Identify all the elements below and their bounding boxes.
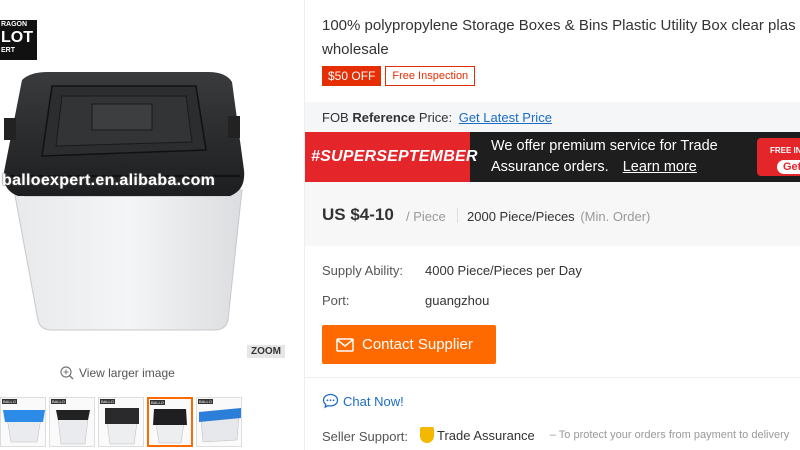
banner-line-1: We offer premium service for Trade: [491, 138, 718, 154]
thumbnail-1[interactable]: BALLO: [0, 397, 46, 447]
discount-badge: $50 OFF: [322, 66, 382, 86]
promo-text: FREE IN: [770, 146, 800, 155]
port-value: guangzhou: [425, 293, 490, 308]
view-larger-label: View larger image: [79, 366, 175, 380]
product-gallery: RAGON LOT ERT balloexpert.en.alibaba.com…: [0, 0, 305, 450]
get-latest-price-link[interactable]: Get Latest Price: [459, 110, 552, 125]
thumbnail-tag: BALLO: [51, 399, 66, 404]
banner-tag: #SUPERSEPTEMBER: [305, 132, 477, 182]
supply-ability-value: 4000 Piece/Pieces per Day: [425, 263, 582, 278]
thumbnail-5[interactable]: BALLO: [196, 397, 242, 447]
trade-assurance-shield-icon: [420, 427, 434, 443]
min-order-quantity: 2000 Piece/Pieces: [467, 209, 575, 224]
product-title-line-2: wholesale: [322, 41, 389, 58]
trade-assurance-label: Trade Assurance: [437, 427, 535, 443]
price-range: US $4-10: [322, 205, 394, 224]
logo-line-3: ERT: [1, 47, 15, 54]
min-order-note: (Min. Order): [580, 209, 651, 224]
main-product-image[interactable]: RAGON LOT ERT balloexpert.en.alibaba.com: [0, 0, 295, 365]
envelope-icon: [336, 337, 354, 352]
thumbnail-4-selected[interactable]: BALLO: [147, 397, 193, 447]
trade-assurance-note: – To protect your orders from payment to…: [549, 429, 790, 441]
section-divider: [305, 377, 800, 378]
contact-supplier-button[interactable]: Contact Supplier: [322, 325, 496, 364]
fob-price-row: FOB Reference Price: Get Latest Price: [305, 102, 800, 132]
min-order: 2000 Piece/Pieces (Min. Order): [467, 209, 650, 224]
price-divider: [457, 208, 458, 223]
thumbnail-3[interactable]: BALLO: [98, 397, 144, 447]
learn-more-link[interactable]: Learn more: [623, 159, 697, 175]
supply-ability-label: Supply Ability:: [322, 263, 403, 278]
promo-get-button[interactable]: Get: [777, 160, 800, 174]
thumbnail-tag: BALLO: [100, 399, 115, 404]
product-details: 100% polypropylene Storage Boxes & Bins …: [305, 0, 800, 450]
black-lid-box-image: [105, 408, 139, 445]
free-inspection-badge: Free Inspection: [385, 66, 476, 86]
seller-support-label: Seller Support:: [322, 429, 408, 444]
logo-line-2: LOT: [1, 29, 33, 46]
thumbnail-2[interactable]: BALLO: [49, 397, 95, 447]
thumbnail-tag: BALLO: [150, 400, 165, 405]
banner-message: We offer premium service for Trade Assur…: [491, 136, 718, 178]
thumbnail-tag: BALLO: [2, 399, 17, 404]
chat-now-label: Chat Now!: [343, 393, 404, 409]
blue-lid-boxes-image: [199, 408, 241, 443]
free-promo-tab[interactable]: FREE IN Get: [757, 138, 800, 176]
black-lid-box-image: [56, 410, 90, 445]
chat-bubble-icon: [322, 393, 339, 409]
promo-badges: $50 OFF Free Inspection: [322, 66, 476, 86]
black-lid-box-image: [153, 409, 187, 444]
view-larger-image-link[interactable]: View larger image: [60, 366, 175, 380]
super-september-banner[interactable]: #SUPERSEPTEMBER We offer premium service…: [305, 132, 800, 182]
trade-assurance-row[interactable]: Trade Assurance – To protect your orders…: [420, 427, 789, 443]
thumbnail-strip: BALLO BALLO BALLO BALLO BALLO: [0, 397, 242, 447]
thumbnail-tag: BALLO: [198, 399, 213, 404]
product-title: 100% polypropylene Storage Boxes & Bins …: [322, 14, 800, 62]
magnifier-plus-icon: [60, 366, 74, 380]
blue-lid-box-image: [3, 410, 45, 443]
port-label: Port:: [322, 293, 350, 308]
product-title-line-1: 100% polypropylene Storage Boxes & Bins …: [322, 17, 796, 34]
fob-prefix: FOB: [322, 110, 349, 125]
fob-reference: Reference: [352, 110, 416, 125]
chat-now-link[interactable]: Chat Now!: [322, 393, 404, 409]
contact-supplier-label: Contact Supplier: [362, 336, 473, 353]
zoom-label[interactable]: ZOOM: [247, 345, 285, 358]
price-block: US $4-10 / Piece 2000 Piece/Pieces (Min.…: [305, 182, 800, 246]
fob-suffix: Price:: [418, 110, 453, 125]
price-unit: / Piece: [406, 209, 446, 224]
brand-logo: RAGON LOT ERT: [0, 20, 37, 60]
banner-line-2: Assurance orders.: [491, 159, 609, 175]
store-watermark: balloexpert.en.alibaba.com: [2, 172, 216, 189]
